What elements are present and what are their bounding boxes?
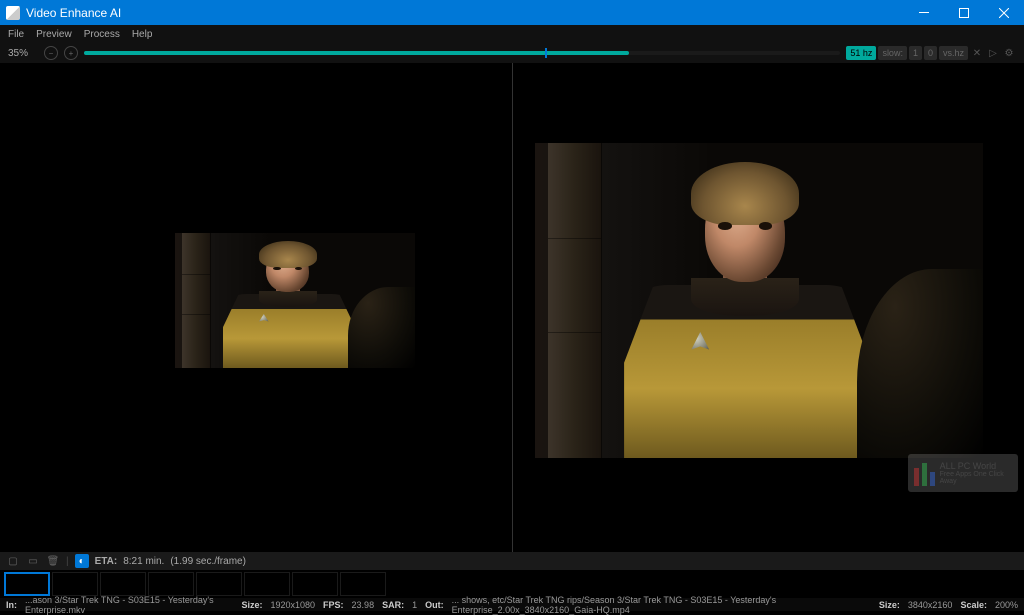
eta-label: ETA: [95,556,118,567]
progress-bar[interactable] [84,51,840,55]
zoom-in-button[interactable]: + [64,46,78,60]
tb-slow-value: 1 [909,46,922,60]
status-sar: 1 [412,600,417,610]
tb-vshz-button[interactable]: vs.hz [939,46,968,60]
titlebar: Video Enhance AI [0,0,1024,25]
thumbnail[interactable] [4,572,50,596]
thumbnail[interactable] [52,572,98,596]
toolbar-right: 51 hz slow: 1 0 vs.hz ✕ ▷ ⚙ [846,46,1016,60]
statusbar: In: ...ason 3/Star Trek TNG - S03E15 - Y… [0,598,1024,611]
status-fps: 23.98 [352,600,375,610]
toolbar: 35% − + 51 hz slow: 1 0 vs.hz ✕ ▷ ⚙ [0,43,1024,63]
menu-file[interactable]: File [8,29,24,40]
thumbnail[interactable] [100,572,146,596]
thumbnail[interactable] [292,572,338,596]
tb-slow-label: slow: [878,46,907,60]
camera-icon[interactable]: ▢ [6,554,20,568]
menu-process[interactable]: Process [84,29,120,40]
main-comparison: ALL PC World Free Apps One Click Away [0,63,1024,552]
shuffle-icon[interactable]: ✕ [970,46,984,60]
thumbnail[interactable] [244,572,290,596]
trash-icon[interactable]: 🗑 [46,554,60,568]
process-icon[interactable]: ◐ [75,554,89,568]
original-panel[interactable] [0,63,513,552]
status-in-label: In: [6,600,17,610]
status-out-path: ... shows, etc/Star Trek TNG rips/Season… [452,595,871,615]
status-sar-label: SAR: [382,600,404,610]
zoom-percent: 35% [8,48,38,59]
eta-rate: (1.99 sec./frame) [170,556,246,567]
watermark-logo-icon [912,460,934,486]
close-button[interactable] [984,0,1024,25]
status-out-label: Out: [425,600,444,610]
menu-help[interactable]: Help [132,29,153,40]
status-in-path: ...ason 3/Star Trek TNG - S03E15 - Yeste… [25,595,233,615]
status-scale: 200% [995,600,1018,610]
status-size-in-label: Size: [241,600,262,610]
status-size-out: 3840x2160 [908,600,953,610]
status-fps-label: FPS: [323,600,344,610]
watermark-subtitle: Free Apps One Click Away [940,471,1014,485]
zoom-out-button[interactable]: − [44,46,58,60]
watermark: ALL PC World Free Apps One Click Away [908,454,1018,492]
watermark-title: ALL PC World [940,462,1014,471]
video-icon[interactable]: ▭ [26,554,40,568]
status-scale-label: Scale: [960,600,987,610]
eta-value: 8:21 min. [123,556,164,567]
status-size-out-label: Size: [879,600,900,610]
thumbnail[interactable] [340,572,386,596]
enhanced-frame [535,143,983,458]
enhanced-panel[interactable]: ALL PC World Free Apps One Click Away [513,63,1024,552]
thumbnail[interactable] [148,572,194,596]
menubar: File Preview Process Help [0,25,1024,43]
forward-icon[interactable]: ▷ [986,46,1000,60]
window-title: Video Enhance AI [26,6,121,20]
bottom-toolbar: ▢ ▭ 🗑 | ◐ ETA: 8:21 min. (1.99 sec./fram… [0,552,1024,570]
thumbnail[interactable] [196,572,242,596]
maximize-button[interactable] [944,0,984,25]
original-frame [175,233,415,368]
app-icon [6,6,20,20]
tb-count-button[interactable]: 0 [924,46,937,60]
progress-marker [545,48,547,58]
gear-icon[interactable]: ⚙ [1002,46,1016,60]
status-size-in: 1920x1080 [270,600,315,610]
tb-hz-button[interactable]: 51 hz [846,46,876,60]
menu-preview[interactable]: Preview [36,29,72,40]
minimize-button[interactable] [904,0,944,25]
